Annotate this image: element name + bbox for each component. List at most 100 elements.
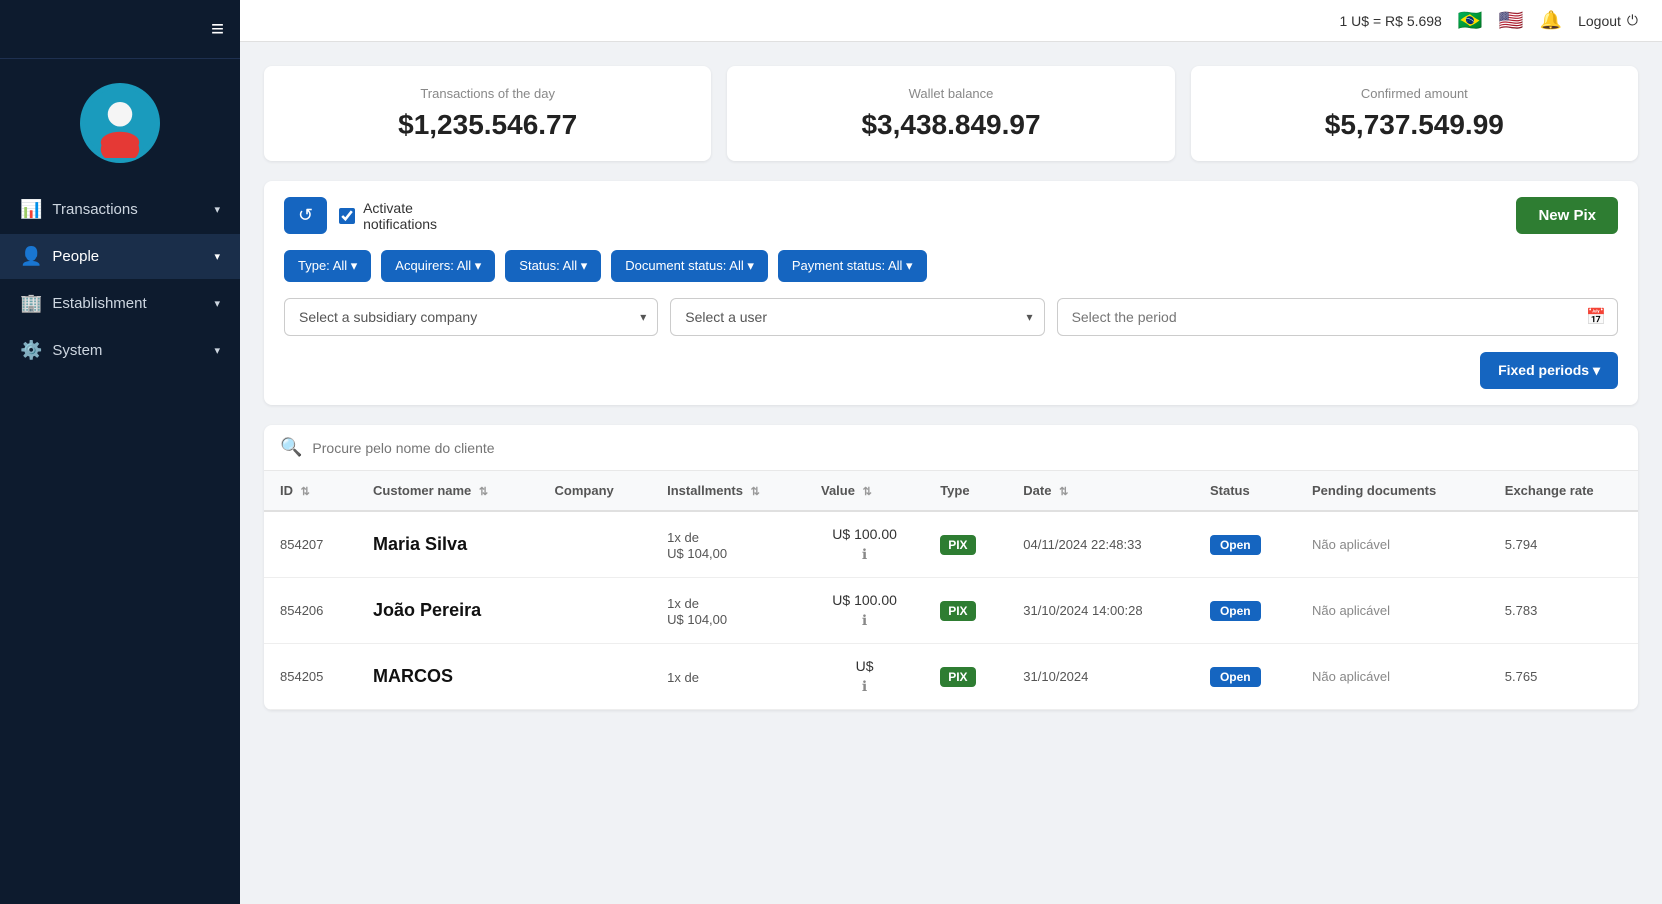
stat-card-transactions: Transactions of the day $1,235.546.77 xyxy=(264,66,711,161)
cell-installments: 1x de xyxy=(651,644,805,710)
sidebar-item-people[interactable]: 👤 People ▾ xyxy=(0,234,240,279)
subsidiary-select[interactable]: Select a subsidiary company xyxy=(284,298,658,336)
col-date: Date ⇅ xyxy=(1007,471,1194,511)
sort-icon[interactable]: ⇅ xyxy=(1059,486,1068,498)
table-row[interactable]: 854206 João Pereira 1x deU$ 104,00 U$ 10… xyxy=(264,578,1638,644)
cell-type: PIX xyxy=(924,578,1007,644)
col-value: Value ⇅ xyxy=(805,471,924,511)
stat-wallet-label: Wallet balance xyxy=(751,86,1150,101)
period-wrapper: 📅 xyxy=(1057,298,1618,336)
nav-items: 📊 Transactions ▾ 👤 People ▾ 🏢 Establishm… xyxy=(0,179,240,381)
col-status: Status xyxy=(1194,471,1296,511)
cell-value: U$ 100.00 ℹ xyxy=(805,511,924,578)
notify-text: Activatenotifications xyxy=(363,200,437,232)
cell-customer-name: Maria Silva xyxy=(357,511,539,578)
info-icon[interactable]: ℹ xyxy=(862,546,867,563)
col-customer-name: Customer name ⇅ xyxy=(357,471,539,511)
filter-status-label: Status: All ▾ xyxy=(519,258,587,274)
cell-date: 31/10/2024 14:00:28 xyxy=(1007,578,1194,644)
notify-label[interactable]: Activatenotifications xyxy=(339,200,437,232)
cell-customer-name: João Pereira xyxy=(357,578,539,644)
sidebar-item-system[interactable]: ⚙️ System ▾ xyxy=(0,328,240,373)
cell-value: U$ ℹ xyxy=(805,644,924,710)
chevron-down-icon: ▾ xyxy=(214,297,220,310)
period-input[interactable] xyxy=(1057,298,1618,336)
cell-exchange-rate: 5.794 xyxy=(1489,511,1638,578)
cell-value: U$ 100.00 ℹ xyxy=(805,578,924,644)
cell-type: PIX xyxy=(924,511,1007,578)
sort-icon[interactable]: ⇅ xyxy=(301,486,310,498)
bell-icon[interactable]: 🔔 xyxy=(1540,10,1562,31)
search-bar: 🔍 xyxy=(264,425,1638,471)
cell-status: Open xyxy=(1194,644,1296,710)
table-row[interactable]: 854207 Maria Silva 1x deU$ 104,00 U$ 100… xyxy=(264,511,1638,578)
cell-status: Open xyxy=(1194,511,1296,578)
select-row: Select a subsidiary company ▾ Select a u… xyxy=(284,298,1618,336)
subsidiary-select-wrapper: Select a subsidiary company ▾ xyxy=(284,298,658,336)
col-exchange-rate: Exchange rate xyxy=(1489,471,1638,511)
cell-exchange-rate: 5.765 xyxy=(1489,644,1638,710)
toolbar: ↺ Activatenotifications New Pix Type: Al… xyxy=(264,181,1638,405)
filter-status-button[interactable]: Status: All ▾ xyxy=(505,250,601,282)
toolbar-row-1: ↺ Activatenotifications New Pix xyxy=(284,197,1618,234)
col-type: Type xyxy=(924,471,1007,511)
sort-icon[interactable]: ⇅ xyxy=(863,486,872,498)
cell-company xyxy=(539,644,652,710)
people-icon: 👤 xyxy=(20,246,42,267)
transactions-icon: 📊 xyxy=(20,199,42,220)
search-input[interactable] xyxy=(312,440,1622,456)
new-pix-button[interactable]: New Pix xyxy=(1516,197,1618,234)
info-icon[interactable]: ℹ xyxy=(862,612,867,629)
cell-pending-docs: Não aplicável xyxy=(1296,644,1489,710)
filter-acquirers-button[interactable]: Acquirers: All ▾ xyxy=(381,250,495,282)
cell-id: 854207 xyxy=(264,511,357,578)
exchange-rate-label: 1 U$ = R$ 5.698 xyxy=(1340,13,1442,29)
filter-acquirers-label: Acquirers: All ▾ xyxy=(395,258,481,274)
cell-date: 31/10/2024 xyxy=(1007,644,1194,710)
sidebar-item-establishment-label: Establishment xyxy=(52,295,146,312)
cell-installments: 1x deU$ 104,00 xyxy=(651,578,805,644)
sidebar-item-transactions-label: Transactions xyxy=(52,201,137,218)
logout-button[interactable]: Logout ⏻ xyxy=(1578,12,1638,29)
stats-row: Transactions of the day $1,235.546.77 Wa… xyxy=(264,66,1638,161)
cell-pending-docs: Não aplicável xyxy=(1296,511,1489,578)
page-content: Transactions of the day $1,235.546.77 Wa… xyxy=(240,42,1662,734)
sidebar-item-system-label: System xyxy=(52,342,102,359)
fixed-periods-button[interactable]: Fixed periods ▾ xyxy=(1480,352,1618,389)
filter-type-button[interactable]: Type: All ▾ xyxy=(284,250,371,282)
cell-id: 854206 xyxy=(264,578,357,644)
search-section: 🔍 ID ⇅ Customer name ⇅ Company Installme… xyxy=(264,425,1638,710)
filter-payment-status-button[interactable]: Payment status: All ▾ xyxy=(778,250,927,282)
stat-transactions-label: Transactions of the day xyxy=(288,86,687,101)
chevron-down-icon: ▾ xyxy=(214,203,220,216)
user-select[interactable]: Select a user xyxy=(670,298,1044,336)
avatar-container xyxy=(0,59,240,179)
table-row[interactable]: 854205 MARCOS 1x de U$ ℹ PIX 31/10/2024 … xyxy=(264,644,1638,710)
cell-installments: 1x deU$ 104,00 xyxy=(651,511,805,578)
filter-payment-status-label: Payment status: All ▾ xyxy=(792,258,913,274)
system-icon: ⚙️ xyxy=(20,340,42,361)
cell-company xyxy=(539,578,652,644)
refresh-button[interactable]: ↺ xyxy=(284,197,327,234)
notify-checkbox[interactable] xyxy=(339,208,355,224)
hamburger-icon[interactable]: ≡ xyxy=(211,16,224,42)
cell-customer-name: MARCOS xyxy=(357,644,539,710)
filter-document-status-button[interactable]: Document status: All ▾ xyxy=(611,250,768,282)
info-icon[interactable]: ℹ xyxy=(862,678,867,695)
sidebar-item-transactions[interactable]: 📊 Transactions ▾ xyxy=(0,187,240,232)
cell-company xyxy=(539,511,652,578)
search-icon: 🔍 xyxy=(280,437,302,458)
sidebar-item-establishment[interactable]: 🏢 Establishment ▾ xyxy=(0,281,240,326)
col-company: Company xyxy=(539,471,652,511)
chevron-down-icon: ▾ xyxy=(214,250,220,263)
cell-pending-docs: Não aplicável xyxy=(1296,578,1489,644)
sidebar: ≡ 📊 Transactions ▾ 👤 People ▾ 🏢 Establis… xyxy=(0,0,240,904)
cell-exchange-rate: 5.783 xyxy=(1489,578,1638,644)
sidebar-item-people-label: People xyxy=(52,248,99,265)
stat-card-wallet: Wallet balance $3,438.849.97 xyxy=(727,66,1174,161)
transactions-table: ID ⇅ Customer name ⇅ Company Installment… xyxy=(264,471,1638,710)
sort-icon[interactable]: ⇅ xyxy=(479,486,488,498)
establishment-icon: 🏢 xyxy=(20,293,42,314)
sort-icon[interactable]: ⇅ xyxy=(751,486,760,498)
col-id: ID ⇅ xyxy=(264,471,357,511)
